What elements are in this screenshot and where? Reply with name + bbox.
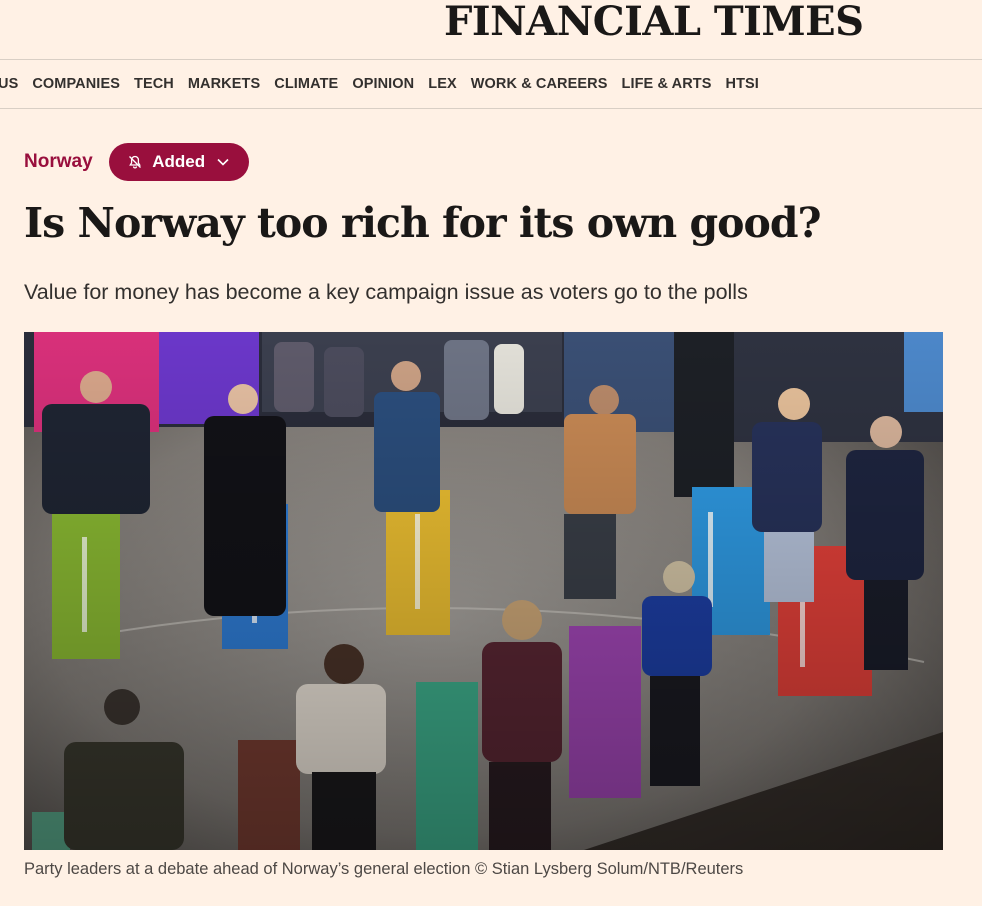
nav-item-markets[interactable]: MARKETS [188,76,260,92]
follow-button-label: Added [152,152,206,171]
nav-item-climate[interactable]: CLIMATE [274,76,338,92]
article-standfirst: Value for money has become a key campaig… [24,280,748,304]
article-headline: Is Norway too rich for its own good? [24,199,822,247]
nav-item-lex[interactable]: LEX [428,76,457,92]
hero-image [24,332,943,850]
chevron-down-icon [217,158,229,166]
image-caption: Party leaders at a debate ahead of Norwa… [24,860,744,878]
topic-row: Norway Added [24,143,249,181]
debate-stage-photo [24,332,943,850]
site-logo[interactable]: FINANCIAL TIMES [444,0,864,44]
nav-item-work-careers[interactable]: WORK & CAREERS [471,76,608,92]
masthead: FINANCIAL TIMES [0,0,982,60]
topic-link-norway[interactable]: Norway [24,151,93,173]
main-navigation: US COMPANIES TECH MARKETS CLIMATE OPINIO… [0,60,982,109]
nav-item-tech[interactable]: TECH [134,76,174,92]
bell-off-icon [129,155,142,169]
follow-topic-button[interactable]: Added [108,143,249,181]
nav-item-us[interactable]: US [0,76,18,92]
nav-item-life-arts[interactable]: LIFE & ARTS [622,76,712,92]
nav-item-opinion[interactable]: OPINION [352,76,414,92]
nav-item-htsi[interactable]: HTSI [726,76,759,92]
nav-item-companies[interactable]: COMPANIES [32,76,120,92]
